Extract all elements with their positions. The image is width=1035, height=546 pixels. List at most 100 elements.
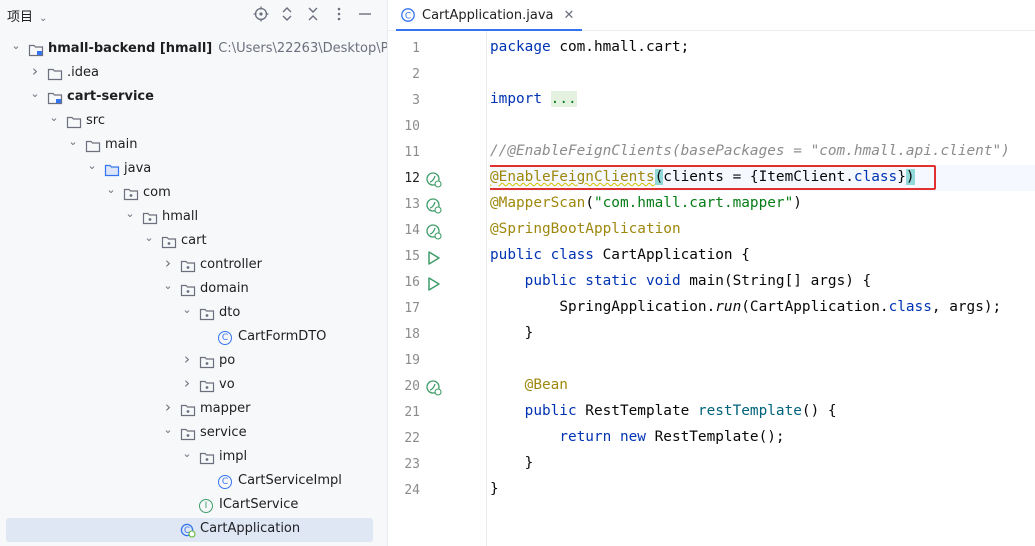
chevron-right-icon[interactable]: › bbox=[181, 352, 193, 367]
package-icon bbox=[161, 234, 177, 250]
tab-label: CartApplication.java bbox=[422, 7, 554, 23]
editor-pane: C CartApplication.java ✕ 1 2 3 10 11 12 13 14 15… bbox=[388, 0, 1035, 546]
spring-bean-icon[interactable] bbox=[425, 171, 443, 189]
package-icon bbox=[180, 426, 196, 442]
code-area[interactable]: package com.hmall.cart; import ... //@En… bbox=[490, 31, 1035, 546]
tree-item-cart-service[interactable]: ⌄ cart-service bbox=[0, 86, 387, 110]
code-line-24: } bbox=[490, 481, 499, 497]
chevron-down-icon[interactable]: ⌄ bbox=[86, 159, 98, 173]
tree-item-label: domain bbox=[200, 281, 249, 296]
locate-icon[interactable] bbox=[252, 5, 270, 23]
spring-bean-icon[interactable] bbox=[425, 197, 443, 215]
project-view-selector[interactable]: 项目 ⌄ bbox=[7, 6, 47, 25]
tree-item-label: CartFormDTO bbox=[238, 329, 327, 344]
svg-text:C: C bbox=[405, 11, 411, 21]
line-number: 16 bbox=[404, 275, 420, 290]
chevron-right-icon[interactable]: › bbox=[162, 256, 174, 271]
spring-bean-icon[interactable] bbox=[425, 223, 443, 241]
tree-item-label: com bbox=[143, 185, 171, 200]
tree-item-cartapplication[interactable]: C CartApplication bbox=[6, 518, 373, 542]
tree-item-main[interactable]: ⌄ main bbox=[0, 134, 387, 158]
collapse-all-icon[interactable] bbox=[304, 5, 322, 23]
chevron-down-icon[interactable]: ⌄ bbox=[29, 87, 41, 101]
tree-item-service[interactable]: ⌄ service bbox=[0, 422, 387, 446]
line-number: 24 bbox=[404, 483, 420, 498]
chevron-down-icon[interactable]: ⌄ bbox=[48, 111, 60, 125]
code-line-15: public class CartApplication { bbox=[490, 247, 750, 263]
tree-item-label: vo bbox=[219, 377, 235, 392]
folded-imports[interactable]: ... bbox=[550, 91, 577, 107]
chevron-down-icon[interactable]: ⌄ bbox=[143, 231, 155, 245]
spring-bean-icon[interactable] bbox=[425, 379, 443, 397]
tree-item-label: controller bbox=[200, 257, 263, 272]
expand-all-icon[interactable] bbox=[278, 5, 296, 23]
tree-item-cart[interactable]: ⌄ cart bbox=[0, 230, 387, 254]
chevron-right-icon[interactable]: › bbox=[162, 400, 174, 415]
chevron-down-icon[interactable]: ⌄ bbox=[10, 39, 22, 53]
tree-item-label: .idea bbox=[67, 65, 99, 80]
tree-item--idea[interactable]: › .idea bbox=[0, 62, 387, 86]
module-folder-icon bbox=[28, 42, 44, 58]
package-icon bbox=[142, 210, 158, 226]
tree-item-label: hmall bbox=[162, 209, 199, 224]
java-class-icon: C bbox=[400, 7, 416, 23]
tree-item-impl[interactable]: ⌄ impl bbox=[0, 446, 387, 470]
editor-tab-bar: C CartApplication.java ✕ bbox=[388, 0, 1035, 31]
tree-item-cartformdto[interactable]: C CartFormDTO bbox=[0, 326, 387, 350]
line-number: 17 bbox=[404, 301, 420, 316]
tree-item-cartserviceimpl[interactable]: C CartServiceImpl bbox=[0, 470, 387, 494]
java-interface-icon: I bbox=[199, 499, 213, 513]
tree-item-icartservice[interactable]: I ICartService bbox=[0, 494, 387, 518]
tree-item-domain[interactable]: ⌄ domain bbox=[0, 278, 387, 302]
chevron-down-icon[interactable]: ⌄ bbox=[67, 135, 79, 149]
chevron-right-icon[interactable]: › bbox=[29, 64, 41, 79]
gutter-separator bbox=[486, 31, 487, 546]
package-icon bbox=[180, 402, 196, 418]
line-number: 22 bbox=[404, 431, 420, 446]
folder-icon bbox=[85, 138, 101, 154]
project-pane-title: 项目 bbox=[7, 10, 34, 25]
tree-item-src[interactable]: ⌄ src bbox=[0, 110, 387, 134]
highlight-box bbox=[490, 165, 936, 190]
chevron-down-icon[interactable]: ⌄ bbox=[181, 447, 193, 461]
code-line-17: SpringApplication.run(CartApplication.cl… bbox=[559, 299, 1002, 315]
source-folder-icon bbox=[104, 162, 120, 178]
tree-item-label: dto bbox=[219, 305, 241, 320]
chevron-down-icon[interactable]: ⌄ bbox=[162, 279, 174, 293]
folder-icon bbox=[66, 114, 82, 130]
package-icon bbox=[199, 450, 215, 466]
tree-item-dto[interactable]: ⌄ dto bbox=[0, 302, 387, 326]
tree-item-com[interactable]: ⌄ com bbox=[0, 182, 387, 206]
tree-item-java[interactable]: ⌄ java bbox=[0, 158, 387, 182]
tree-item-label: service bbox=[200, 425, 247, 440]
module-folder-icon bbox=[47, 90, 63, 106]
line-number: 10 bbox=[404, 119, 420, 134]
more-options-icon[interactable] bbox=[330, 5, 348, 23]
chevron-down-icon[interactable]: ⌄ bbox=[105, 183, 117, 197]
tree-item-label: hmall-backend [hmall] C:\Users\22263\Desk… bbox=[48, 41, 388, 56]
tree-item-vo[interactable]: › vo bbox=[0, 374, 387, 398]
line-number: 20 bbox=[404, 379, 420, 394]
chevron-down-icon[interactable]: ⌄ bbox=[181, 303, 193, 317]
chevron-right-icon[interactable]: › bbox=[181, 376, 193, 391]
tab-cart-application[interactable]: C CartApplication.java ✕ bbox=[396, 0, 583, 31]
tree-item-mapper[interactable]: › mapper bbox=[0, 398, 387, 422]
line-number: 3 bbox=[412, 93, 420, 108]
run-icon[interactable] bbox=[425, 249, 443, 267]
tree-item-hmall[interactable]: ⌄ hmall bbox=[0, 206, 387, 230]
line-number: 14 bbox=[404, 223, 420, 238]
chevron-down-icon[interactable]: ⌄ bbox=[162, 423, 174, 437]
tree-item-hmall-backend-hmall[interactable]: ⌄ hmall-backend [hmall] C:\Users\22263\Des… bbox=[0, 38, 387, 62]
tree-item-label: ICartService bbox=[219, 497, 299, 512]
chevron-down-icon[interactable]: ⌄ bbox=[124, 207, 136, 221]
run-icon[interactable] bbox=[425, 275, 443, 293]
tree-item-controller[interactable]: › controller bbox=[0, 254, 387, 278]
line-number: 13 bbox=[404, 197, 420, 212]
module-path: C:\Users\22263\Desktop\Projec bbox=[218, 41, 388, 56]
line-number: 21 bbox=[404, 405, 420, 420]
tree-item-po[interactable]: › po bbox=[0, 350, 387, 374]
package-icon bbox=[180, 282, 196, 298]
close-icon[interactable]: ✕ bbox=[564, 8, 575, 23]
minimize-icon[interactable] bbox=[356, 5, 374, 23]
code-line-16: public static void main(String[] args) { bbox=[524, 273, 872, 289]
